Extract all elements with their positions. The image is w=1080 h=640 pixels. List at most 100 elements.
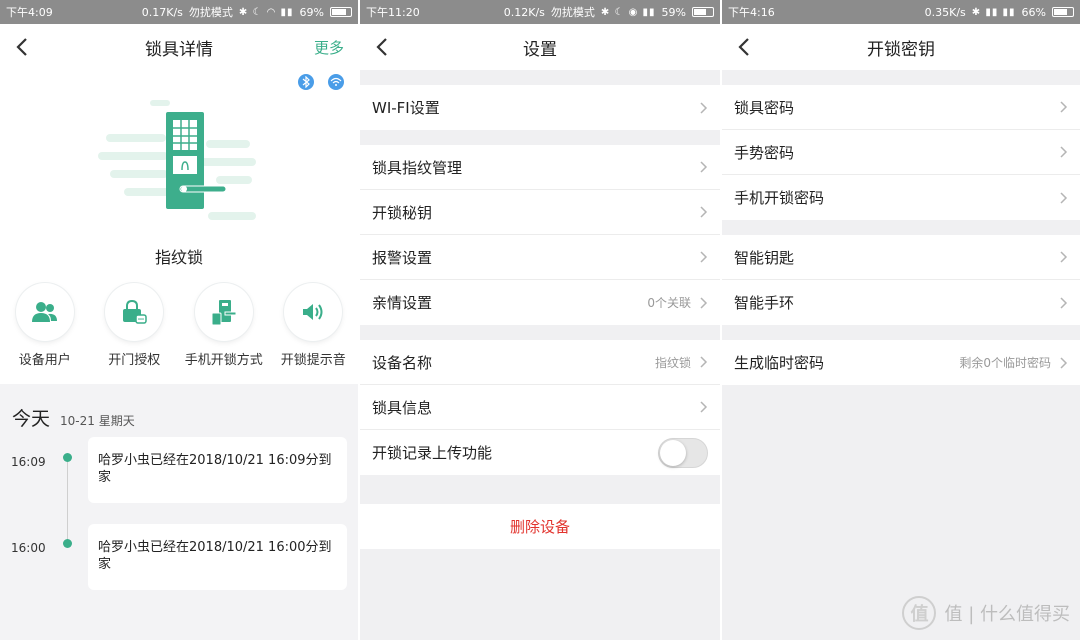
- back-arrow-icon[interactable]: [12, 34, 34, 60]
- status-bar: 下午4:16 0.35K/s ✱ ▮▮ ▮▮ 66%: [722, 0, 1080, 24]
- activity-timeline: 今天 10-21 星期天 16:09 哈罗小虫已经在2018/10/21 16:…: [0, 384, 358, 640]
- today-label: 今天: [12, 408, 51, 430]
- network-speed: 0.35K/s: [924, 5, 966, 19]
- battery-icon: [692, 7, 714, 17]
- chevron-right-icon: [700, 401, 708, 413]
- back-arrow-icon[interactable]: [734, 34, 756, 60]
- chevron-right-icon: [700, 356, 708, 368]
- lock-password-row[interactable]: 锁具密码: [722, 85, 1080, 130]
- signal-icons: ✱ ▮▮ ▮▮: [971, 6, 1016, 18]
- dnd-mode: 勿扰模式: [550, 6, 595, 19]
- phone-unlock-password-row[interactable]: 手机开锁密码: [722, 175, 1080, 220]
- settings-section: 设备名称 指纹锁 锁具信息 开锁记录上传功能: [360, 340, 720, 475]
- event-time: 16:09: [11, 455, 46, 469]
- chevron-right-icon: [1060, 101, 1068, 113]
- row-value: 指纹锁: [654, 355, 691, 370]
- upload-records-row: 开锁记录上传功能: [360, 430, 720, 475]
- event-card[interactable]: 哈罗小虫已经在2018/10/21 16:00分到家: [88, 524, 347, 590]
- status-bar: 下午4:09 0.17K/s 勿扰模式 ✱ ☾ ◠ ▮▮ 69%: [0, 0, 358, 24]
- nav-bar: 锁具详情 更多: [0, 24, 358, 70]
- device-name: 指纹锁: [154, 248, 203, 267]
- row-label: 开锁秘钥: [372, 203, 433, 222]
- status-time: 下午4:09: [6, 6, 53, 19]
- smart-key-row[interactable]: 智能钥匙: [722, 235, 1080, 280]
- feature-label: 设备用户: [18, 353, 71, 368]
- delete-device-button[interactable]: 删除设备: [360, 504, 720, 549]
- feature-label: 开锁提示音: [280, 353, 346, 368]
- page-title: 锁具详情: [145, 39, 213, 60]
- row-label: 锁具信息: [372, 398, 433, 417]
- page-title: 开锁密钥: [867, 39, 935, 60]
- feature-unlock-sound[interactable]: 开锁提示音: [269, 283, 359, 368]
- bluetooth-icon: [298, 74, 314, 90]
- timeline-dot: [63, 453, 72, 462]
- battery-percent: 69%: [299, 5, 324, 19]
- row-value: 0个关联: [647, 296, 691, 310]
- signal-icons: ✱ ☾ ◠ ▮▮: [238, 6, 294, 18]
- feature-device-users[interactable]: 设备用户: [0, 283, 90, 368]
- nav-bar: 设置: [360, 24, 720, 70]
- row-label: 开锁记录上传功能: [372, 444, 493, 462]
- row-label: 手机开锁密码: [734, 189, 825, 207]
- watermark: 值 值 | 什么值得买: [902, 596, 1070, 630]
- battery-icon: [330, 7, 352, 17]
- feature-label: 手机开锁方式: [184, 353, 263, 368]
- family-settings-row[interactable]: 亲情设置 0个关联: [360, 280, 720, 325]
- back-arrow-icon[interactable]: [372, 34, 394, 60]
- lock-info-row[interactable]: 锁具信息: [360, 385, 720, 430]
- status-bar: 下午11:20 0.12K/s 勿扰模式 ✱ ☾ ◉ ▮▮ 59%: [360, 0, 720, 24]
- row-value: 剩余0个临时密码: [959, 356, 1051, 370]
- alarm-settings-row[interactable]: 报警设置: [360, 235, 720, 280]
- settings-screen: 下午11:20 0.12K/s 勿扰模式 ✱ ☾ ◉ ▮▮ 59% 设置 WI-…: [360, 0, 720, 640]
- battery-percent: 66%: [1021, 5, 1046, 19]
- status-time: 下午4:16: [728, 6, 775, 19]
- chevron-right-icon: [700, 296, 708, 309]
- row-label: 锁具指纹管理: [372, 158, 463, 177]
- chevron-right-icon: [1060, 356, 1068, 369]
- status-time: 下午11:20: [366, 6, 420, 19]
- chevron-right-icon: [1060, 191, 1068, 204]
- keys-section: 生成临时密码 剩余0个临时密码: [722, 340, 1080, 385]
- timeline-line: [67, 458, 68, 544]
- signal-icons: ✱ ☾ ◉ ▮▮: [600, 6, 656, 18]
- settings-section: WI-FI设置: [360, 85, 720, 130]
- row-label: 生成临时密码: [734, 354, 825, 372]
- timeline-header: 今天 10-21 星期天: [12, 404, 135, 431]
- smart-band-row[interactable]: 智能手环: [722, 280, 1080, 325]
- feature-label: 开门授权: [108, 353, 161, 368]
- row-label: 锁具密码: [734, 98, 795, 117]
- connection-status: [298, 74, 344, 90]
- upload-toggle[interactable]: [658, 437, 708, 468]
- feature-phone-unlock[interactable]: 手机开锁方式: [179, 283, 269, 368]
- row-label: 设备名称: [372, 353, 433, 372]
- temp-password-row[interactable]: 生成临时密码 剩余0个临时密码: [722, 340, 1080, 385]
- feature-door-authorization[interactable]: 开门授权: [90, 283, 180, 368]
- row-label: 亲情设置: [372, 294, 433, 312]
- unlock-key-row[interactable]: 开锁秘钥: [360, 190, 720, 235]
- lock-message-icon: [105, 283, 164, 341]
- chevron-right-icon: [1060, 251, 1068, 263]
- watermark-text: 值 | 什么值得买: [944, 604, 1070, 625]
- network-speed: 0.12K/s: [503, 5, 545, 19]
- row-label: 智能钥匙: [734, 248, 795, 267]
- nav-bar: 开锁密钥: [722, 24, 1080, 70]
- row-label: 智能手环: [734, 294, 795, 312]
- phone-lock-icon: [194, 283, 253, 341]
- gesture-password-row[interactable]: 手势密码: [722, 130, 1080, 175]
- battery-icon: [1052, 7, 1074, 17]
- row-label: 报警设置: [372, 248, 433, 267]
- chevron-right-icon: [700, 161, 708, 173]
- wifi-icon: [328, 74, 344, 90]
- battery-percent: 59%: [661, 5, 686, 19]
- toggle-knob: [660, 439, 686, 466]
- more-button[interactable]: 更多: [314, 37, 344, 58]
- chevron-right-icon: [1060, 146, 1068, 158]
- event-card[interactable]: 哈罗小虫已经在2018/10/21 16:09分到家: [88, 437, 347, 503]
- chevron-right-icon: [700, 101, 708, 114]
- wifi-settings-row[interactable]: WI-FI设置: [360, 85, 720, 130]
- fingerprint-management-row[interactable]: 锁具指纹管理: [360, 145, 720, 190]
- device-name-row[interactable]: 设备名称 指纹锁: [360, 340, 720, 385]
- timeline-dot: [63, 539, 72, 548]
- speaker-icon: [284, 283, 343, 341]
- dnd-mode: 勿扰模式: [188, 6, 233, 19]
